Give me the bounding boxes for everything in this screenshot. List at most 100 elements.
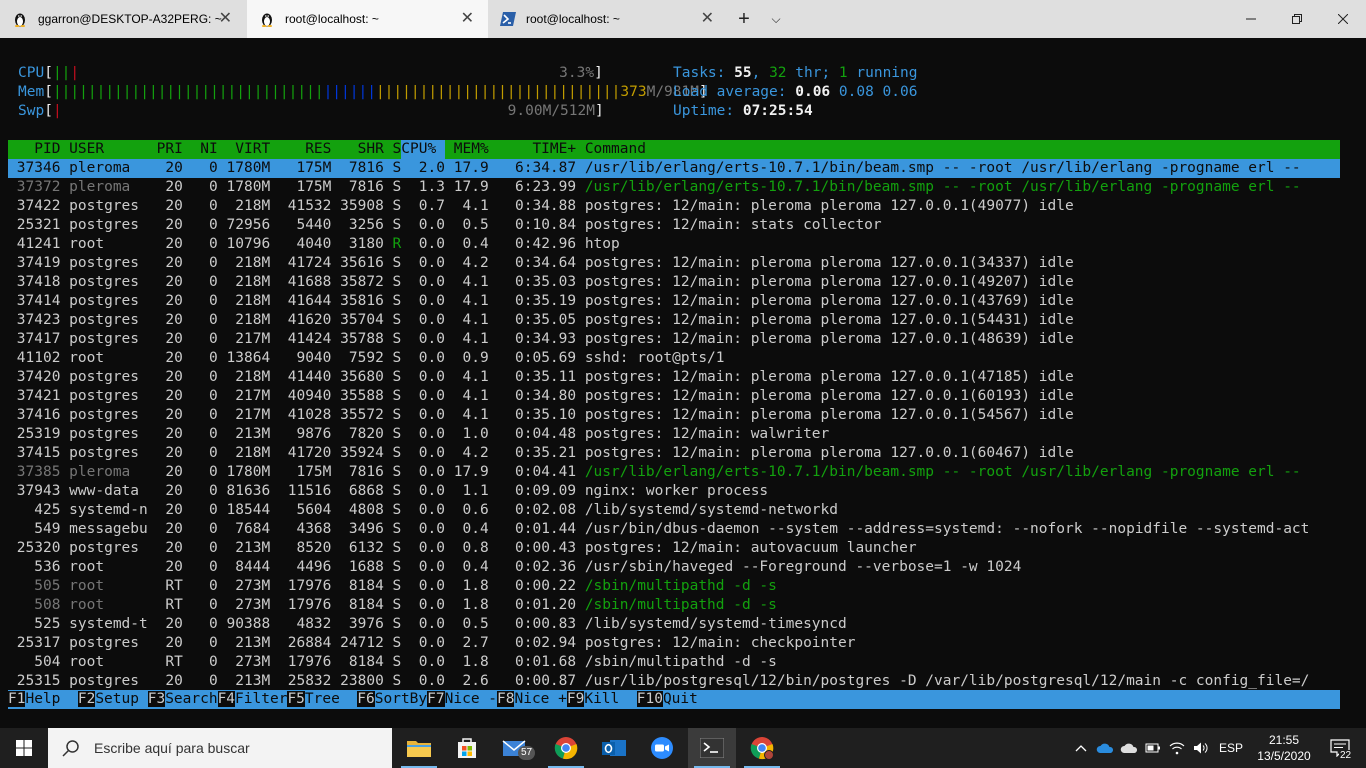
wifi-icon[interactable] [1166,728,1188,768]
battery-icon[interactable] [1142,728,1164,768]
mail-button[interactable]: 57 [491,728,539,768]
fkey-f8[interactable]: F8 [497,691,515,707]
process-row[interactable]: 25320 postgres 20 0 213M 8520 6132 S 0.0 0.8 0:00.… [8,539,1340,558]
chrome-profile-button[interactable] [738,728,786,768]
taskbar-search[interactable]: Escribe aquí para buscar [48,728,392,768]
onedrive-icon[interactable] [1094,728,1116,768]
process-mem: 1.1 [462,483,489,499]
fkey-f6[interactable]: F6 [357,691,375,707]
process-row[interactable]: 37420 postgres 20 0 218M 41440 35680 S 0.0 4.1 0:3… [8,368,1340,387]
process-row[interactable]: 37372 pleroma 20 0 1780M 175M 7816 S 1.3 17.9 6:23… [8,178,1340,197]
process-row[interactable]: 37415 postgres 20 0 218M 41720 35924 S 0.0 4.2 0:3… [8,444,1340,463]
clock[interactable]: 21:55 13/5/2020 [1252,728,1316,768]
fkey-f9[interactable]: F9 [566,691,585,707]
volume-icon[interactable] [1190,728,1212,768]
process-row[interactable]: 25317 postgres 20 0 213M 26884 24712 S 0.0 2.7 0:0… [8,634,1340,653]
process-row[interactable]: 425 systemd-n 20 0 18544 5604 4808 S 0.0 0.6 0:02.… [8,501,1340,520]
column-header-user[interactable]: USER [69,140,104,159]
fkey-f2[interactable]: F2 [77,691,96,707]
fkey-f4[interactable]: F4 [217,691,236,707]
fkey-label[interactable]: Help [25,691,77,707]
window-titlebar: ggarron@DESKTOP-A32PERG: ~ ✕ root@localh… [0,0,1366,38]
process-row[interactable]: 549 messagebu 20 0 7684 4368 3496 S 0.0 0.4 0:01.4… [8,520,1340,539]
fkey-f3[interactable]: F3 [147,691,166,707]
process-row[interactable]: 37416 postgres 20 0 217M 41028 35572 S 0.0 4.1 0:3… [8,406,1340,425]
fkey-label[interactable]: Nice + [514,691,566,707]
chevron-down-icon[interactable]: ⌵ [764,0,788,38]
column-header-command[interactable]: Command [585,140,646,159]
fkey-label[interactable]: Quit [663,691,698,707]
process-ni: 0 [209,445,218,461]
column-header-pid[interactable]: PID [34,140,60,159]
column-header-shr[interactable]: SHR [358,140,384,159]
process-row[interactable]: 41102 root 20 0 13864 9040 7592 S 0.0 0.9 0:05.69 s… [8,349,1340,368]
tab-root-localhost-powershell[interactable]: root@localhost: ~ ✕ [488,0,728,38]
process-row[interactable]: 37346 pleroma 20 0 1780M 175M 7816 S 2.0 17.9 6:34… [8,159,1340,178]
column-header-res[interactable]: RES [305,140,331,159]
process-row[interactable]: 37422 postgres 20 0 218M 41532 35908 S 0.7 4.1 0:3… [8,197,1340,216]
process-row[interactable]: 37423 postgres 20 0 218M 41620 35704 S 0.0 4.1 0:3… [8,311,1340,330]
process-row[interactable]: 504 root RT 0 273M 17976 8184 S 0.0 1.8 0:01.68/sb… [8,653,1340,672]
close-window-button[interactable] [1320,0,1366,38]
process-row[interactable]: 525 systemd-t 20 0 90388 4832 3976 S 0.0 0.5 0:00.… [8,615,1340,634]
fkey-label[interactable]: Search [165,691,217,707]
process-row[interactable]: 37418 postgres 20 0 218M 41688 35872 S 0.0 4.1 0:3… [8,273,1340,292]
minimize-button[interactable] [1228,0,1274,38]
fkey-f10[interactable]: F10 [636,691,663,707]
fkey-label[interactable]: Setup [95,691,147,707]
process-row[interactable]: 25321 postgres 20 0 72956 5440 3256 S 0.0 0.5 0:10… [8,216,1340,235]
fkey-label[interactable]: Kill [584,691,636,707]
tab-root-localhost-active[interactable]: root@localhost: ~ ✕ [247,0,488,38]
chrome-button[interactable] [542,728,590,768]
column-header-cpu[interactable]: CPU% [401,140,445,159]
new-tab-button[interactable]: + [732,0,756,38]
fkey-label[interactable]: Nice - [445,691,497,707]
process-row[interactable]: 508 root RT 0 273M 17976 8184 S 0.0 1.8 0:01.20/sb… [8,596,1340,615]
process-row[interactable]: 37421 postgres 20 0 217M 40940 35588 S 0.0 4.1 0:3… [8,387,1340,406]
cpu-value: 3.3% [559,65,595,81]
column-header-mem[interactable]: MEM% [454,140,489,159]
fkey-f7[interactable]: F7 [427,691,445,707]
close-icon[interactable]: ✕ [701,11,714,27]
tab-ggarron[interactable]: ggarron@DESKTOP-A32PERG: ~ ✕ [0,0,246,38]
cloud-icon[interactable] [1118,728,1140,768]
process-row[interactable]: 25315 postgres 20 0 213M 25832 23800 S 0.0 2.6 0:0… [8,672,1340,691]
process-row[interactable]: 37943 www-data 20 0 81636 11516 6868 S 0.0 1.1 0:0… [8,482,1340,501]
fkey-label[interactable]: Filter [235,691,287,707]
process-row[interactable]: 37417 postgres 20 0 217M 41424 35788 S 0.0 4.1 0:3… [8,330,1340,349]
column-header-state[interactable]: S [393,140,402,159]
restore-button[interactable] [1274,0,1320,38]
notifications-button[interactable]: 22 [1320,728,1360,768]
outlook-button[interactable] [590,728,638,768]
close-icon[interactable]: ✕ [219,11,232,27]
terminal-area[interactable]: CPU[||| 3.3%] Mem[|||||||||||||||||||||||… [0,38,1366,728]
process-row[interactable]: 505 root RT 0 273M 17976 8184 S 0.0 1.8 0:00.22/sb… [8,577,1340,596]
terminal-button[interactable] [688,728,736,768]
process-row[interactable]: 37419 postgres 20 0 218M 41724 35616 S 0.0 4.2 0:3… [8,254,1340,273]
process-row[interactable]: 41241 root 20 0 10796 4040 3180 R 0.0 0.4 0:42.96 h… [8,235,1340,254]
column-header-ni[interactable]: NI [200,140,217,159]
process-mem: 4.1 [462,407,489,423]
column-header-virt[interactable]: VIRT [235,140,270,159]
close-icon[interactable]: ✕ [461,11,474,27]
chevron-up-icon[interactable] [1070,728,1092,768]
process-cpu: 1.3 [418,179,445,195]
process-row[interactable]: 536 root 20 0 8444 4496 1688 S 0.0 0.4 0:02.36/usr… [8,558,1340,577]
process-row[interactable]: 37414 postgres 20 0 218M 41644 35816 S 0.0 4.1 0:3… [8,292,1340,311]
fkey-f5[interactable]: F5 [287,691,305,707]
scrollbar[interactable] [1358,38,1366,728]
process-row[interactable]: 37385 pleroma 20 0 1780M 175M 7816 S 0.0 17.9 0:04… [8,463,1340,482]
column-header-time[interactable]: TIME+ [532,140,576,159]
store-button[interactable] [443,728,491,768]
process-row[interactable]: 25319 postgres 20 0 213M 9876 7820 S 0.0 1.0 0:04.… [8,425,1340,444]
zoom-button[interactable] [638,728,686,768]
file-explorer-button[interactable] [395,728,443,768]
process-list[interactable]: 37346 pleroma 20 0 1780M 175M 7816 S 2.0 17.9 6:34… [8,159,1340,691]
fkey-label[interactable]: Tree [305,691,357,707]
column-header-pri[interactable]: PRI [157,140,183,159]
process-state: S [392,179,402,195]
language-indicator[interactable]: ESP [1216,728,1246,768]
start-button[interactable] [0,728,48,768]
fkey-label[interactable]: SortBy [375,691,427,707]
fkey-f1[interactable]: F1 [8,691,26,707]
